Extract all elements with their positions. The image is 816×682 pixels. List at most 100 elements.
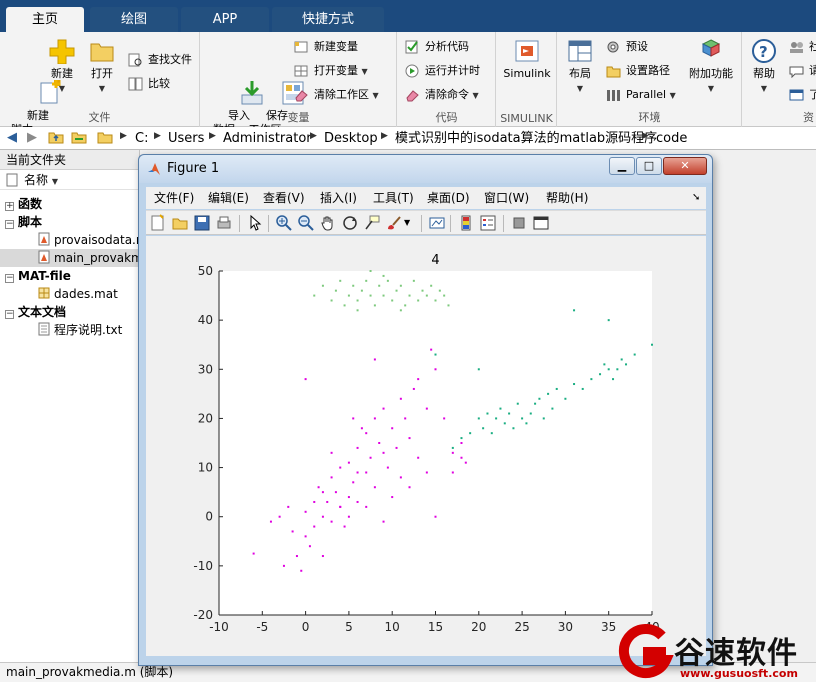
group-scripts[interactable]: − 脚本 — [0, 213, 140, 231]
browse-folder-icon[interactable] — [70, 130, 88, 146]
menu-desktop[interactable]: 桌面(D) — [427, 189, 470, 207]
show-plot-tools-icon[interactable] — [532, 214, 550, 232]
breadcrumb-drive[interactable]: C: — [135, 130, 148, 147]
figure-window[interactable]: Figure 1 ▁ □ ✕ 文件(F) 编辑(E) 查看(V) 插入(I) 工… — [138, 154, 713, 666]
rotate-3d-icon[interactable] — [341, 214, 359, 232]
clear-workspace-button[interactable]: 清除工作区 ▼ — [294, 85, 379, 105]
scatter-point-series-3 — [313, 294, 316, 297]
menu-tools[interactable]: 工具(T) — [373, 189, 414, 207]
scatter-point-series-3 — [404, 304, 407, 307]
tab-apps[interactable]: APP — [181, 7, 269, 32]
collapse-icon[interactable]: − — [5, 310, 14, 319]
breadcrumb-administrator[interactable]: Administrator — [223, 130, 312, 147]
up-folder-icon[interactable] — [47, 130, 65, 146]
community-button[interactable]: 社 — [789, 37, 816, 57]
menu-help[interactable]: 帮助(H) — [546, 189, 588, 207]
ribbon-group-simulink: Simulink SIMULINK — [497, 32, 557, 127]
group-functions[interactable]: + 函数 — [0, 195, 140, 213]
menu-view[interactable]: 查看(V) — [263, 189, 305, 207]
new-plus-icon — [48, 38, 76, 65]
zoom-in-icon[interactable] — [275, 214, 293, 232]
scatter-point-series-2 — [495, 417, 498, 420]
scatter-point-series-2 — [477, 417, 480, 420]
scatter-point-series-1 — [382, 407, 385, 410]
back-arrow-icon[interactable]: ◀ — [3, 130, 21, 146]
community-label: 社 — [809, 40, 816, 53]
breadcrumb-code[interactable]: code — [656, 130, 687, 147]
learn-matlab-button[interactable]: 了 — [789, 85, 816, 105]
maximize-icon: □ — [643, 159, 655, 172]
request-support-button[interactable]: 请 — [789, 61, 816, 81]
run-and-time-button[interactable]: 运行并计时 — [405, 61, 480, 81]
scatter-point-series-2 — [503, 422, 506, 425]
tab-home[interactable]: 主页 — [6, 7, 84, 32]
clear-commands-label: 清除命令 — [425, 88, 469, 101]
maximize-button[interactable]: □ — [636, 157, 662, 175]
open-button[interactable]: 打开 ▼ — [86, 38, 118, 96]
figure-title-bar[interactable]: Figure 1 ▁ □ ✕ — [139, 155, 712, 183]
menu-file[interactable]: 文件(F) — [154, 189, 194, 207]
legend-icon[interactable] — [479, 214, 497, 232]
data-cursor-icon[interactable] — [363, 214, 381, 232]
set-path-button[interactable]: 设置路径 — [606, 61, 670, 81]
file-item-dades-mat[interactable]: dades.mat — [0, 285, 140, 303]
scatter-point-series-1 — [434, 368, 437, 371]
new-button[interactable]: 新建 ▼ — [46, 38, 78, 96]
clear-commands-button[interactable]: 清除命令 ▼ — [405, 85, 479, 105]
pan-hand-icon[interactable] — [319, 214, 337, 232]
collapse-icon[interactable]: − — [5, 274, 14, 283]
close-button[interactable]: ✕ — [663, 157, 707, 175]
menu-edit[interactable]: 编辑(E) — [208, 189, 249, 207]
path-separator-icon: ▶ — [209, 131, 216, 141]
open-variable-button[interactable]: 打开变量 ▼ — [294, 61, 368, 81]
print-icon[interactable] — [215, 214, 233, 232]
find-files-button[interactable]: 查找文件 — [128, 50, 192, 70]
hide-plot-tools-icon[interactable] — [510, 214, 528, 232]
scatter-point-series-1 — [373, 417, 376, 420]
file-item-readme-txt[interactable]: 程序说明.txt — [0, 321, 140, 339]
simulink-button[interactable]: Simulink — [502, 38, 552, 81]
scatter-point-series-3 — [343, 304, 346, 307]
group-text-documents[interactable]: − 文本文档 — [0, 303, 140, 321]
expand-icon[interactable]: + — [5, 202, 14, 211]
figure-canvas[interactable]: -10 -5 0 5 10 15 20 25 30 35 40 -20 -10 0 10 20 30 40 50 4 — [146, 236, 706, 656]
parallel-button[interactable]: Parallel ▼ — [606, 85, 676, 105]
colorbar-icon[interactable] — [457, 214, 475, 232]
analyze-code-button[interactable]: 分析代码 — [405, 37, 469, 57]
collapse-icon[interactable]: − — [5, 220, 14, 229]
zoom-out-icon[interactable] — [297, 214, 315, 232]
x-tick-label: 25 — [514, 620, 529, 634]
preferences-button[interactable]: 预设 — [606, 37, 648, 57]
scatter-point-series-1 — [386, 466, 389, 469]
brush-icon[interactable] — [385, 214, 403, 232]
tab-shortcuts[interactable]: 快捷方式 — [272, 7, 384, 32]
forward-arrow-icon[interactable]: ▶ — [23, 130, 41, 146]
menu-insert[interactable]: 插入(I) — [320, 189, 357, 207]
breadcrumb-users[interactable]: Users — [168, 130, 204, 147]
help-button[interactable]: ? 帮助 ▼ — [748, 38, 780, 96]
file-item-provaisodata[interactable]: provaisodata.m — [0, 231, 140, 249]
toolbar-overflow-icon[interactable]: ➘ — [692, 189, 700, 207]
file-item-main-provakmedia[interactable]: main_provakmedia.m — [0, 249, 140, 267]
brush-dropdown-icon[interactable]: ▼ — [404, 214, 414, 232]
breadcrumb-desktop[interactable]: Desktop — [324, 130, 378, 147]
scatter-point-series-1 — [373, 358, 376, 361]
addons-button[interactable]: 附加功能 ▼ — [686, 38, 736, 96]
y-tick-label: 0 — [205, 510, 213, 524]
open-file-icon[interactable] — [171, 214, 189, 232]
scatter-plot[interactable]: -10 -5 0 5 10 15 20 25 30 35 40-20-1001020304050 4 — [146, 236, 706, 656]
new-figure-icon[interactable] — [149, 214, 167, 232]
new-variable-button[interactable]: 新建变量 — [294, 37, 358, 57]
link-plot-icon[interactable] — [428, 214, 446, 232]
scatter-point-series-2 — [599, 373, 602, 376]
column-header[interactable]: 名称 ▼ — [0, 170, 139, 190]
save-icon[interactable] — [193, 214, 211, 232]
tab-plots[interactable]: 绘图 — [90, 7, 178, 32]
group-mat-files[interactable]: − MAT-file — [0, 267, 140, 285]
layout-button[interactable]: 布局 ▼ — [564, 38, 596, 96]
menu-window[interactable]: 窗口(W) — [484, 189, 529, 207]
pointer-icon[interactable] — [246, 214, 264, 232]
compare-button[interactable]: 比较 — [128, 74, 170, 94]
breadcrumb-project-folder[interactable]: 模式识别中的isodata算法的matlab源码程序 — [395, 130, 657, 147]
minimize-button[interactable]: ▁ — [609, 157, 635, 175]
